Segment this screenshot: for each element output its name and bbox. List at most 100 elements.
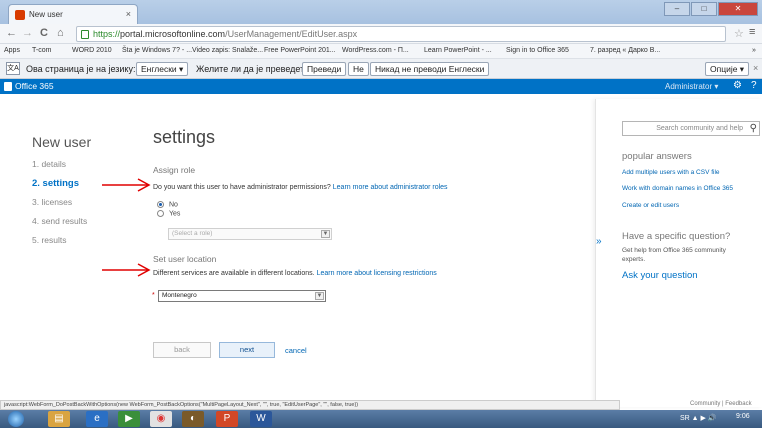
office-favicon-icon: [15, 10, 25, 20]
help-link-csv[interactable]: Add multiple users with a CSV file: [622, 169, 720, 176]
step-licenses[interactable]: 3. licenses: [32, 197, 87, 216]
required-marker: *: [152, 292, 155, 299]
radio-no[interactable]: No: [157, 201, 178, 208]
radio-selected-icon: [157, 201, 164, 208]
browser-tab[interactable]: New user ×: [8, 4, 138, 24]
step-results[interactable]: 5. results: [32, 235, 87, 254]
url-path: /UserManagement/EditUser.aspx: [225, 29, 358, 39]
gear-icon[interactable]: ⚙: [733, 80, 742, 91]
cancel-link[interactable]: cancel: [285, 346, 307, 355]
step-details[interactable]: 1. details: [32, 159, 87, 178]
browser-status-bar: javascript:WebForm_DoPostBackWithOptions…: [0, 400, 620, 410]
address-bar[interactable]: https://portal.microsoftonline.com/UserM…: [76, 26, 726, 42]
radio-no-label: No: [169, 201, 178, 209]
bookmark-tcom[interactable]: T-com: [32, 47, 51, 54]
chevron-down-icon: ▼: [315, 292, 324, 300]
powerpoint-icon[interactable]: P: [216, 411, 238, 427]
bookmark-video[interactable]: Video zapis: Snalaže...: [192, 47, 263, 54]
step-send-results[interactable]: 4. send results: [32, 216, 87, 235]
tab-close-icon[interactable]: ×: [126, 9, 131, 19]
forward-arrow-icon[interactable]: →: [22, 27, 33, 39]
bookmark-office365[interactable]: Sign in to Office 365: [506, 47, 569, 54]
footer-links[interactable]: Community | Feedback: [690, 401, 752, 407]
help-search-input[interactable]: Search community and help ⚲: [622, 121, 760, 136]
office365-header: Office 365 Administrator ▾ ⚙ ?: [0, 79, 762, 94]
start-button[interactable]: [8, 411, 24, 427]
translate-question: Желите ли да је преведете?: [196, 64, 315, 74]
translate-bar: 文A Ова страница је на језику: Енглески ▾…: [0, 59, 762, 79]
location-heading: Set user location: [153, 254, 217, 264]
popular-answers-heading: popular answers: [622, 151, 692, 162]
bookmark-wordpress[interactable]: WordPress.com - П...: [342, 47, 409, 54]
user-menu[interactable]: Administrator ▾: [665, 82, 718, 91]
url-scheme: https://: [93, 29, 121, 39]
media-player-icon[interactable]: ▶: [118, 411, 140, 427]
bookmark-powerpoint[interactable]: Free PowerPoint 201...: [264, 47, 336, 54]
office365-brand[interactable]: Office 365: [15, 81, 54, 91]
office-logo-icon: [4, 82, 12, 91]
maximize-button[interactable]: □: [691, 2, 717, 16]
translate-close-icon[interactable]: ×: [753, 63, 758, 73]
admin-permissions-question: Do you want this user to have administra…: [153, 184, 448, 191]
step-settings[interactable]: 2. settings: [32, 178, 87, 197]
next-button[interactable]: next: [219, 342, 275, 358]
location-select[interactable]: Montenegro ▼: [158, 290, 326, 302]
radio-unselected-icon: [157, 210, 164, 217]
home-icon[interactable]: ⌂: [57, 27, 64, 39]
file-explorer-icon[interactable]: ▤: [48, 411, 70, 427]
role-select[interactable]: (Select a role) ▼: [168, 228, 332, 240]
chevron-down-icon: ▼: [321, 230, 330, 238]
clock[interactable]: 9:06: [736, 413, 750, 420]
back-arrow-icon[interactable]: ←: [6, 27, 17, 39]
specific-question-heading: Have a specific question?: [622, 231, 731, 242]
bookmark-apps[interactable]: Apps: [4, 47, 20, 54]
system-tray[interactable]: SR ▲ ▶ 🔊: [680, 414, 717, 422]
app-icon[interactable]: ◐: [182, 411, 204, 427]
page-title: New user: [32, 134, 92, 150]
location-description: Different services are available in diff…: [153, 270, 437, 277]
red-arrow-annotation-icon: [102, 263, 151, 277]
chrome-icon[interactable]: ◉: [150, 411, 172, 427]
specific-question-text: Get help from Office 365 community exper…: [622, 247, 726, 263]
section-title: settings: [153, 127, 216, 147]
translate-options-button[interactable]: Опције ▾: [705, 62, 750, 76]
main-content: New user settings 1. details 2. settings…: [0, 94, 762, 407]
red-arrow-annotation-icon: [102, 178, 151, 192]
reload-icon[interactable]: C: [40, 27, 48, 39]
collapse-panel-icon[interactable]: »: [596, 236, 602, 247]
word-icon[interactable]: W: [250, 411, 272, 427]
bookmarks-more-icon[interactable]: »: [752, 47, 756, 54]
admin-question-text: Do you want this user to have administra…: [153, 184, 331, 191]
ask-question-link[interactable]: Ask your question: [622, 270, 698, 281]
translate-button[interactable]: Преведи: [302, 62, 347, 76]
licensing-restrictions-link[interactable]: Learn more about licensing restrictions: [317, 270, 437, 277]
location-description-text: Different services are available in diff…: [153, 270, 315, 277]
tab-title: New user: [29, 10, 63, 19]
minimize-button[interactable]: –: [664, 2, 690, 16]
language-select[interactable]: Енглески ▾: [136, 62, 189, 76]
search-icon[interactable]: ⚲: [750, 123, 757, 134]
bookmark-word2010[interactable]: WORD 2010: [72, 47, 112, 54]
admin-roles-link[interactable]: Learn more about administrator roles: [333, 184, 448, 191]
help-icon[interactable]: ?: [751, 80, 757, 91]
bookmark-windows7[interactable]: Šta je Windows 7? - ...: [122, 47, 192, 54]
bookmark-learn-powerpoint[interactable]: Learn PowerPoint - ...: [424, 47, 492, 54]
back-button[interactable]: back: [153, 342, 211, 358]
browser-menu-icon[interactable]: ≡: [749, 26, 755, 38]
browser-titlebar: New user × – □ ✕: [0, 0, 762, 24]
window-controls: – □ ✕: [664, 2, 758, 18]
never-translate-button[interactable]: Никад не преводи Енглески: [370, 62, 490, 76]
bookmark-razred[interactable]: 7. разред « Дарко В...: [590, 47, 660, 54]
help-link-create-users[interactable]: Create or edit users: [622, 202, 679, 209]
lock-icon: [81, 30, 89, 39]
internet-explorer-icon[interactable]: e: [86, 411, 108, 427]
radio-yes[interactable]: Yes: [157, 210, 180, 217]
url-host: portal.microsoftonline.com: [120, 29, 226, 39]
window-close-button[interactable]: ✕: [718, 2, 758, 16]
translate-prompt: Ова страница је на језику:: [26, 64, 136, 74]
bookmark-star-icon[interactable]: ☆: [734, 27, 744, 40]
assign-role-heading: Assign role: [153, 165, 196, 175]
radio-yes-label: Yes: [169, 210, 181, 218]
no-translate-button[interactable]: Не: [348, 62, 369, 76]
help-link-domains[interactable]: Work with domain names in Office 365: [622, 185, 733, 192]
